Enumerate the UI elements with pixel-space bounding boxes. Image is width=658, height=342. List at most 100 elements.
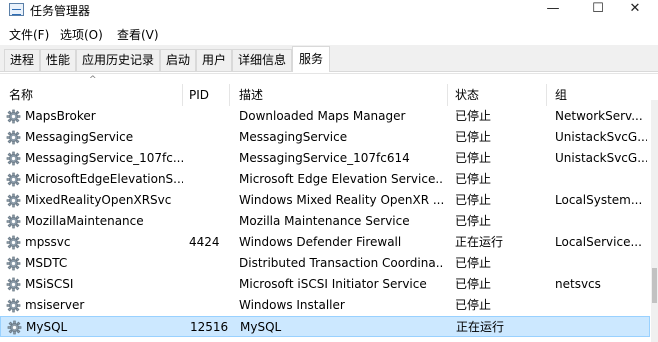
tab-users[interactable]: 用户 [196, 49, 232, 71]
tab-services[interactable]: 服务 [292, 46, 330, 72]
service-status: 已停止 [455, 193, 492, 207]
service-pid [189, 127, 229, 148]
service-name: MozillaMaintenance [25, 214, 144, 228]
vertical-scrollbar[interactable] [651, 100, 658, 342]
column-header-status[interactable]: 状态 [446, 84, 547, 106]
window-title: 任务管理器 [30, 4, 91, 18]
service-group [555, 253, 647, 274]
service-group [555, 211, 647, 232]
service-status: 已停止 [455, 298, 492, 312]
service-group: netsvcs [555, 277, 601, 291]
tab-details[interactable]: 详细信息 [232, 49, 292, 71]
title-bar: 任务管理器 — ☐ ✕ [0, 0, 658, 20]
task-manager-icon [9, 3, 24, 16]
service-group: LocalService... [555, 235, 642, 249]
service-group [555, 295, 647, 316]
tab-app-history[interactable]: 应用历史记录 [76, 49, 160, 71]
tab-processes[interactable]: 进程 [4, 49, 40, 71]
service-description: Mozilla Maintenance Service [239, 214, 410, 228]
column-header-name[interactable]: 名称 [0, 84, 183, 106]
service-description: MySQL [240, 320, 282, 334]
tab-performance[interactable]: 性能 [40, 49, 76, 71]
service-status: 已停止 [455, 109, 492, 123]
close-button[interactable]: ✕ [612, 0, 658, 20]
service-status: 正在运行 [456, 320, 505, 334]
service-name: msiserver [25, 298, 85, 312]
services-table: ^ 名称 PID 描述 状态 组 MapsBroker Downloaded Ma… [0, 73, 658, 342]
service-gear-icon [7, 320, 22, 335]
service-name: MicrosoftEdgeElevationS... [25, 172, 183, 186]
service-description: Distributed Transaction Coordina... [239, 256, 444, 270]
service-status: 正在运行 [455, 235, 504, 249]
service-description: Microsoft Edge Elevation Service... [239, 172, 444, 186]
table-row[interactable]: MozillaMaintenance Mozilla Maintenance Se… [0, 211, 650, 232]
table-row[interactable]: MapsBroker Downloaded Maps Manager 已停止 Netw… [0, 106, 650, 127]
service-status: 已停止 [455, 151, 492, 165]
service-description: Windows Installer [239, 298, 345, 312]
service-description: MessagingService_107fc614 [239, 151, 410, 165]
service-group: NetworkServ... [555, 109, 643, 123]
service-pid [189, 106, 229, 127]
service-status: 已停止 [455, 214, 492, 228]
service-description: Windows Mixed Reality OpenXR ... [239, 193, 444, 207]
service-description: Windows Defender Firewall [239, 235, 402, 249]
service-gear-icon [6, 109, 21, 124]
service-gear-icon [6, 214, 21, 229]
table-row[interactable]: mpssvc 4424 Windows Defender Firewall 正在运行 L… [0, 232, 650, 253]
tab-startup[interactable]: 启动 [160, 49, 196, 71]
service-status: 已停止 [455, 277, 492, 291]
service-gear-icon [6, 172, 21, 187]
column-header-group[interactable]: 组 [546, 84, 650, 106]
service-pid [189, 148, 229, 169]
menu-view[interactable]: 查看(V) [117, 26, 159, 43]
service-gear-icon [6, 298, 21, 313]
service-name: MSiSCSI [25, 277, 74, 291]
service-name: MapsBroker [25, 109, 96, 123]
service-group: UnistackSvcG... [555, 130, 647, 144]
service-name: MessagingService [25, 130, 134, 144]
service-name: MixedRealityOpenXRSvc [25, 193, 172, 207]
service-gear-icon [6, 193, 21, 208]
service-status: 已停止 [455, 256, 492, 270]
menu-options[interactable]: 选项(O) [60, 26, 103, 43]
service-description: Microsoft iSCSI Initiator Service [239, 277, 427, 291]
table-row[interactable]: MySQL 12516 MySQL 正在运行 [0, 316, 650, 337]
service-pid: 12516 [190, 320, 229, 334]
service-group [556, 317, 648, 338]
table-row[interactable]: MSiSCSI Microsoft iSCSI Initiator Service… [0, 274, 650, 295]
service-pid [189, 274, 229, 295]
service-group [555, 169, 647, 190]
column-header-pid[interactable]: PID [180, 84, 230, 106]
table-row[interactable]: msiserver Windows Installer 已停止 [0, 295, 650, 316]
table-row[interactable]: MessagingService_107fc... MessagingServic… [0, 148, 650, 169]
table-header: 名称 PID 描述 状态 组 [0, 84, 658, 106]
service-name: mpssvc [25, 235, 71, 249]
menu-file[interactable]: 文件(F) [9, 26, 49, 43]
service-group: UnistackSvcG... [555, 151, 647, 165]
service-pid [189, 253, 229, 274]
service-name: MySQL [26, 320, 68, 334]
tab-bar: 进程 性能 应用历史记录 启动 用户 详细信息 服务 [0, 45, 658, 72]
service-status: 已停止 [455, 172, 492, 186]
service-gear-icon [6, 235, 21, 250]
table-row[interactable]: MSDTC Distributed Transaction Coordina...… [0, 253, 650, 274]
column-header-description[interactable]: 描述 [230, 84, 448, 106]
service-name: MessagingService_107fc... [25, 151, 183, 165]
minimize-button[interactable]: — [530, 0, 576, 20]
service-pid [189, 211, 229, 232]
table-row[interactable]: MixedRealityOpenXRSvc Windows Mixed Reali… [0, 190, 650, 211]
service-gear-icon [6, 277, 21, 292]
scrollbar-thumb[interactable] [652, 268, 657, 303]
service-group: LocalSystem... [555, 193, 643, 207]
table-row[interactable]: MicrosoftEdgeElevationS... Microsoft Edge… [0, 169, 650, 190]
menu-bar: 文件(F) 选项(O) 查看(V) [0, 23, 658, 43]
service-description: MessagingService [239, 130, 348, 144]
service-name: MSDTC [25, 256, 68, 270]
table-row[interactable]: MessagingService MessagingService 已停止 Unist… [0, 127, 650, 148]
service-pid: 4424 [189, 235, 220, 249]
service-pid [189, 190, 229, 211]
service-gear-icon [6, 151, 21, 166]
service-status: 已停止 [455, 130, 492, 144]
service-pid [189, 295, 229, 316]
service-pid [189, 169, 229, 190]
